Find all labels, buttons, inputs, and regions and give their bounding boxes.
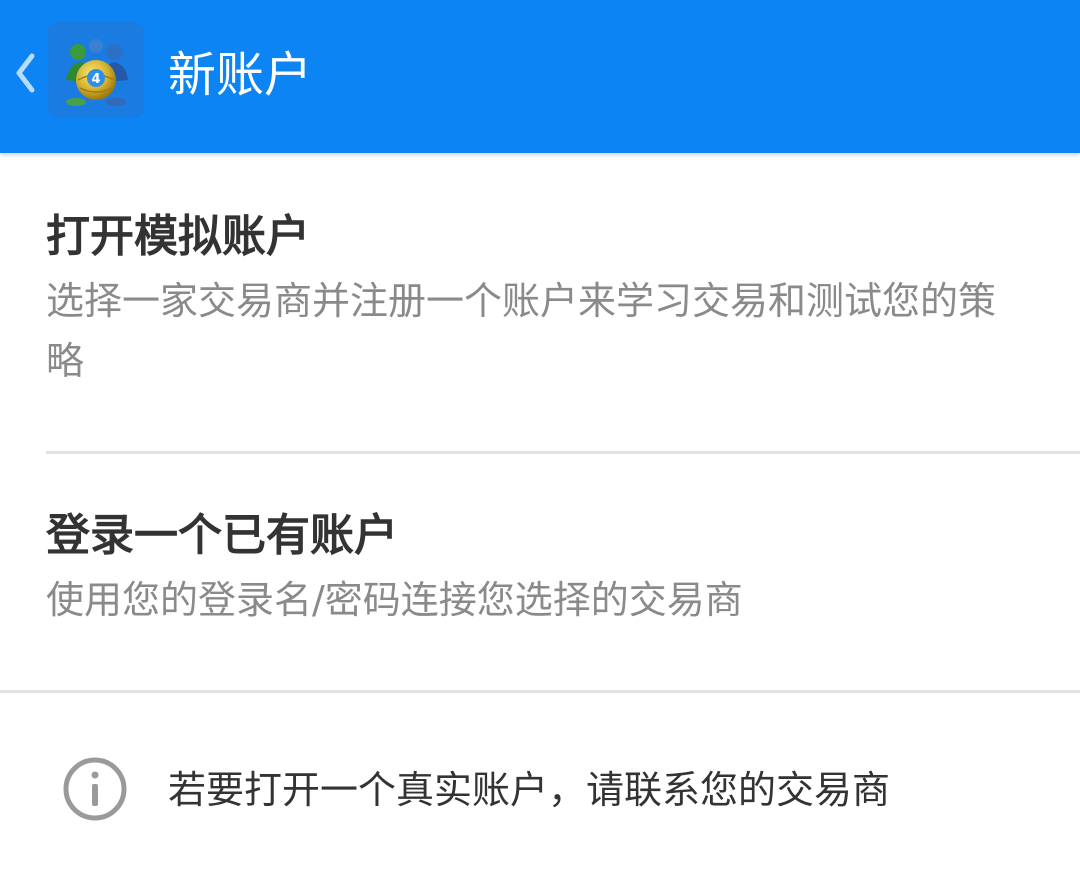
page-title: 新账户 xyxy=(168,47,313,103)
app-logo[interactable]: 4 xyxy=(48,22,144,118)
real-account-info: 若要打开一个真实账户，请联系您的交易商 xyxy=(0,738,1080,838)
open-demo-account-option[interactable]: 打开模拟账户 选择一家交易商并注册一个账户来学习交易和测试您的策略 xyxy=(0,153,1080,451)
info-icon xyxy=(62,756,128,822)
new-account-screen: 4 新账户 打开模拟账户 选择一家交易商并注册一个账户来学习交易和测试您的策略 … xyxy=(0,0,1080,884)
metatrader-logo-icon: 4 xyxy=(48,22,144,118)
login-existing-account-description: 使用您的登录名/密码连接您选择的交易商 xyxy=(46,578,743,622)
open-demo-account-title: 打开模拟账户 xyxy=(46,211,310,262)
app-bar: 4 新账户 xyxy=(0,0,1080,153)
real-account-info-text: 若要打开一个真实账户，请联系您的交易商 xyxy=(168,768,891,812)
divider xyxy=(0,690,1080,693)
chevron-left-icon xyxy=(8,48,44,98)
logo-mark: 4 xyxy=(91,72,100,87)
login-existing-account-option[interactable]: 登录一个已有账户 使用您的登录名/密码连接您选择的交易商 xyxy=(0,454,1080,690)
back-button[interactable] xyxy=(8,48,44,98)
open-demo-account-description: 选择一家交易商并注册一个账户来学习交易和测试您的策略 xyxy=(46,279,997,383)
login-existing-account-title: 登录一个已有账户 xyxy=(46,510,398,561)
